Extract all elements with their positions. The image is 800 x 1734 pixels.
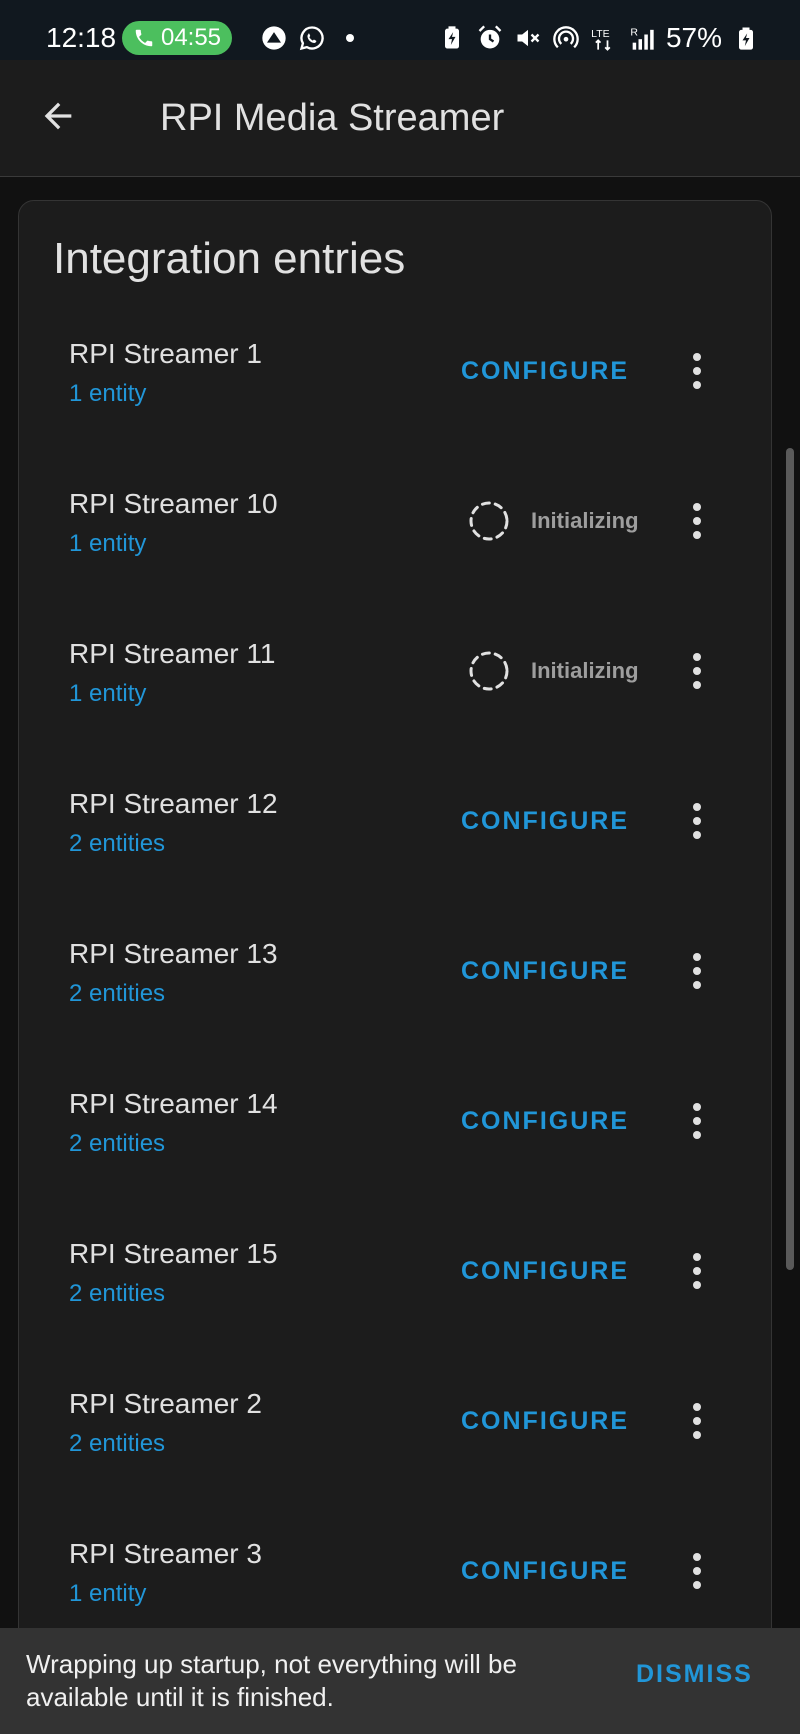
- startup-snackbar: Wrapping up startup, not everything will…: [0, 1628, 800, 1734]
- list-item[interactable]: RPI Streamer 1 1 entity CONFIGURE: [19, 315, 771, 465]
- entry-entities-link[interactable]: 2 entities: [69, 1279, 165, 1309]
- list-item[interactable]: RPI Streamer 11 1 entity Initializing: [19, 615, 771, 765]
- alarm-icon: [478, 25, 502, 49]
- notification-icons: [260, 24, 354, 52]
- configure-button[interactable]: CONFIGURE: [451, 347, 639, 395]
- card-title: Integration entries: [53, 234, 406, 283]
- status-time: 12:18: [46, 22, 117, 53]
- entry-name: RPI Streamer 3: [69, 1538, 262, 1569]
- overflow-menu-button[interactable]: [673, 947, 721, 995]
- snackbar-message: Wrapping up startup, not everything will…: [26, 1649, 517, 1712]
- list-item[interactable]: RPI Streamer 10 1 entity Initializing: [19, 465, 771, 615]
- entry-name: RPI Streamer 11: [69, 638, 276, 669]
- back-button[interactable]: [30, 88, 86, 144]
- list-item[interactable]: RPI Streamer 2 2 entities CONFIGURE: [19, 1365, 771, 1515]
- entry-name: RPI Streamer 14: [69, 1088, 278, 1119]
- configure-button[interactable]: CONFIGURE: [451, 1547, 639, 1595]
- screen: 12:18 04:55 LTE R 57% RPI Media Streamer…: [0, 0, 800, 1734]
- overflow-menu-button[interactable]: [673, 1547, 721, 1595]
- entry-entities-link[interactable]: 1 entity: [69, 679, 146, 709]
- entry-entities-link[interactable]: 2 entities: [69, 979, 165, 1009]
- more-vert-icon: [693, 803, 701, 839]
- call-timer: 04:55: [160, 24, 222, 51]
- entry-name: RPI Streamer 15: [69, 1238, 278, 1269]
- system-icons: LTE R 57%: [438, 22, 760, 54]
- initializing-status: Initializing: [467, 649, 639, 693]
- configure-button[interactable]: CONFIGURE: [451, 947, 639, 995]
- loading-spinner-icon: [469, 651, 509, 691]
- scrollbar[interactable]: [786, 448, 794, 1270]
- more-vert-icon: [693, 1103, 701, 1139]
- entry-name: RPI Streamer 13: [69, 938, 278, 969]
- overflow-menu-button[interactable]: [673, 1397, 721, 1445]
- entry-name: RPI Streamer 10: [69, 488, 278, 519]
- overflow-menu-button[interactable]: [673, 347, 721, 395]
- entry-entities-link[interactable]: 1 entity: [69, 529, 146, 559]
- status-bar: 12:18 04:55 LTE R 57%: [0, 0, 800, 60]
- entry-entities-link[interactable]: 1 entity: [69, 379, 146, 409]
- loading-spinner-icon: [469, 501, 509, 541]
- overflow-menu-button[interactable]: [673, 1247, 721, 1295]
- configure-button[interactable]: CONFIGURE: [451, 1247, 639, 1295]
- lte-icon: LTE: [591, 28, 611, 51]
- hotspot-icon: [553, 26, 579, 49]
- initializing-label: Initializing: [531, 658, 639, 683]
- ongoing-call-pill[interactable]: 04:55: [122, 21, 232, 55]
- list-item[interactable]: RPI Streamer 14 2 entities CONFIGURE: [19, 1065, 771, 1215]
- app-bar: RPI Media Streamer: [0, 60, 800, 177]
- overflow-menu-button[interactable]: [673, 797, 721, 845]
- configure-button[interactable]: CONFIGURE: [451, 1397, 639, 1445]
- list-item[interactable]: RPI Streamer 15 2 entities CONFIGURE: [19, 1215, 771, 1365]
- entry-entities-link[interactable]: 2 entities: [69, 1429, 165, 1459]
- more-vert-icon: [693, 953, 701, 989]
- battery-icon: [739, 27, 753, 50]
- overflow-menu-button[interactable]: [673, 647, 721, 695]
- more-vert-icon: [693, 1553, 701, 1589]
- entry-name: RPI Streamer 12: [69, 788, 278, 819]
- entry-entities-link[interactable]: 2 entities: [69, 829, 165, 859]
- more-vert-icon: [693, 653, 701, 689]
- entries-list: RPI Streamer 1 1 entity CONFIGURE RPI St…: [19, 315, 771, 1665]
- svg-text:LTE: LTE: [591, 28, 609, 40]
- notification-app-icon: [262, 26, 286, 50]
- entry-name: RPI Streamer 1: [69, 338, 262, 369]
- overflow-menu-button[interactable]: [673, 1097, 721, 1145]
- entry-entities-link[interactable]: 1 entity: [69, 1579, 146, 1609]
- initializing-status: Initializing: [467, 499, 639, 543]
- entry-entities-link[interactable]: 2 entities: [69, 1129, 165, 1159]
- mute-icon: [517, 29, 540, 47]
- list-item[interactable]: RPI Streamer 12 2 entities CONFIGURE: [19, 765, 771, 915]
- entry-name: RPI Streamer 2: [69, 1388, 262, 1419]
- initializing-label: Initializing: [531, 508, 639, 533]
- battery-saver-icon: [444, 26, 459, 49]
- list-item[interactable]: RPI Streamer 13 2 entities CONFIGURE: [19, 915, 771, 1065]
- more-notifications-dot: [346, 34, 354, 42]
- dismiss-button[interactable]: DISMISS: [636, 1660, 753, 1689]
- configure-button[interactable]: CONFIGURE: [451, 1097, 639, 1145]
- integration-entries-card: Integration entries RPI Streamer 1 1 ent…: [18, 200, 772, 1734]
- more-vert-icon: [693, 353, 701, 389]
- more-vert-icon: [693, 503, 701, 539]
- configure-button[interactable]: CONFIGURE: [451, 797, 639, 845]
- phone-icon: [135, 29, 153, 47]
- more-vert-icon: [693, 1403, 701, 1439]
- whatsapp-icon: [299, 26, 324, 51]
- arrow-back-icon: [44, 102, 72, 130]
- svg-text:R: R: [630, 27, 638, 39]
- page-title: RPI Media Streamer: [160, 97, 505, 139]
- overflow-menu-button[interactable]: [673, 497, 721, 545]
- battery-percent: 57%: [665, 22, 722, 53]
- more-vert-icon: [693, 1253, 701, 1289]
- signal-icon: R: [630, 27, 654, 50]
